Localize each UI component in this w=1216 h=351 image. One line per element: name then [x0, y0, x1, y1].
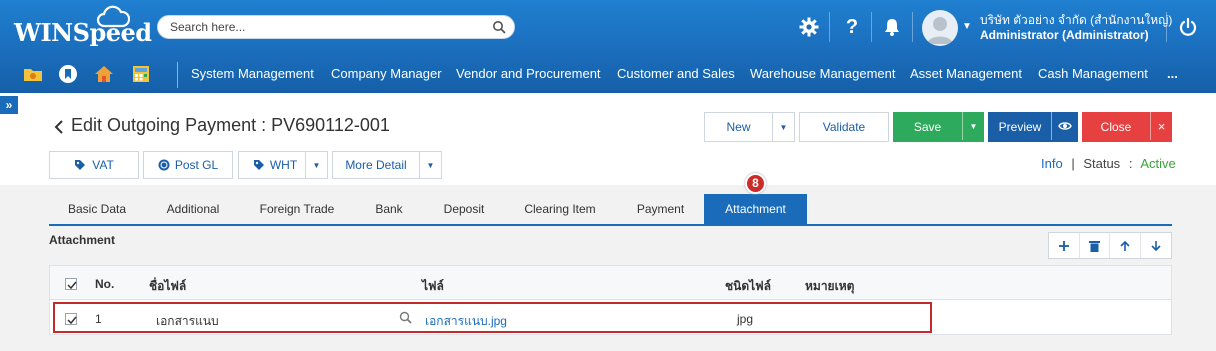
- nav-asset-management[interactable]: Asset Management: [910, 66, 1022, 81]
- section-title: Attachment: [49, 233, 116, 247]
- bell-icon[interactable]: [881, 15, 903, 39]
- trash-icon: [1088, 240, 1100, 252]
- chevron-down-icon[interactable]: ▼: [962, 21, 972, 32]
- close-button-label: Close: [1100, 120, 1132, 134]
- tab-bar: Basic Data Additional Foreign Trade Bank…: [49, 194, 1172, 226]
- sidebar-expand-button[interactable]: »: [0, 96, 18, 114]
- tab-bank[interactable]: Bank: [353, 194, 425, 224]
- tab-foreign-trade[interactable]: Foreign Trade: [241, 194, 353, 224]
- status-badge: Active: [1140, 156, 1176, 171]
- nav-system-management[interactable]: System Management: [191, 66, 314, 81]
- tag-icon: [253, 160, 264, 170]
- search-input[interactable]: Search here...: [157, 15, 515, 39]
- close-button[interactable]: Close ×: [1082, 112, 1172, 142]
- more-detail-dropdown-caret[interactable]: ▼: [419, 152, 441, 178]
- power-icon[interactable]: [1177, 15, 1199, 39]
- nav-cash-management[interactable]: Cash Management: [1038, 66, 1148, 81]
- col-header-no: No.: [95, 277, 115, 291]
- bookmark-icon[interactable]: [58, 64, 78, 84]
- preview-button[interactable]: Preview: [988, 112, 1078, 142]
- folder-icon[interactable]: [23, 64, 43, 84]
- new-dropdown-caret[interactable]: ▼: [772, 113, 794, 141]
- wht-button[interactable]: WHT ▼: [238, 151, 328, 179]
- top-header: WINSpeed Search here... ? ▼ บริษัท ตัวอย…: [0, 0, 1216, 93]
- arrow-down-icon: [1151, 240, 1161, 251]
- app-logo[interactable]: WINSpeed: [14, 18, 152, 47]
- save-button[interactable]: Save ▼: [893, 112, 984, 142]
- wht-button-label: WHT: [269, 158, 298, 172]
- table-header: No. ชื่อไฟล์ ไฟล์ ชนิดไฟล์ หมายเหตุ: [50, 266, 1171, 300]
- move-down-button[interactable]: [1141, 233, 1171, 258]
- wht-dropdown-caret[interactable]: ▼: [305, 152, 327, 178]
- col-header-file-type: ชนิดไฟล์: [725, 279, 772, 293]
- col-header-file-name: ชื่อไฟล์: [149, 279, 187, 293]
- save-button-label: Save: [913, 120, 942, 134]
- search-placeholder: Search here...: [170, 20, 246, 34]
- tab-additional[interactable]: Additional: [145, 194, 241, 224]
- grid-toolbar: [1048, 232, 1172, 259]
- calculator-icon[interactable]: [131, 64, 151, 84]
- row-highlight-frame: [53, 302, 932, 333]
- coin-icon: [158, 159, 170, 171]
- search-icon[interactable]: [492, 20, 506, 34]
- back-arrow-icon[interactable]: [53, 119, 67, 135]
- post-gl-button[interactable]: Post GL: [143, 151, 233, 179]
- add-row-button[interactable]: [1049, 233, 1080, 258]
- tab-basic-data[interactable]: Basic Data: [49, 194, 145, 224]
- header-divider: [1166, 12, 1167, 42]
- tab-deposit[interactable]: Deposit: [425, 194, 503, 224]
- info-link[interactable]: Info: [1041, 156, 1063, 171]
- user-role: Administrator (Administrator): [980, 28, 1149, 42]
- arrow-up-icon: [1120, 240, 1130, 251]
- more-detail-button-label: More Detail: [345, 158, 407, 172]
- avatar[interactable]: [922, 10, 958, 46]
- nav-company-manager[interactable]: Company Manager: [331, 66, 442, 81]
- gear-icon[interactable]: [798, 15, 820, 39]
- home-icon[interactable]: [94, 64, 114, 84]
- new-button[interactable]: New ▼: [704, 112, 795, 142]
- header-divider: [871, 12, 872, 42]
- main-nav: System Management Company Manager Vendor…: [0, 56, 1216, 93]
- tab-clearing-item[interactable]: Clearing Item: [503, 194, 617, 224]
- close-icon[interactable]: ×: [1150, 112, 1172, 140]
- step-badge: 8: [745, 173, 766, 194]
- preview-button-label: Preview: [998, 120, 1042, 134]
- plus-icon: [1058, 240, 1069, 251]
- eye-icon[interactable]: [1051, 112, 1078, 140]
- move-up-button[interactable]: [1110, 233, 1141, 258]
- tab-payment[interactable]: Payment: [617, 194, 704, 224]
- nav-vendor-procurement[interactable]: Vendor and Procurement: [456, 66, 601, 81]
- more-detail-button[interactable]: More Detail ▼: [332, 151, 442, 179]
- col-header-file: ไฟล์: [422, 279, 444, 293]
- status-info: Info | Status : Active: [1041, 156, 1176, 171]
- status-label: Status: [1083, 156, 1121, 171]
- nav-customer-sales[interactable]: Customer and Sales: [617, 66, 735, 81]
- header-divider: [829, 12, 830, 42]
- status-colon: :: [1128, 156, 1133, 171]
- save-dropdown-caret[interactable]: ▼: [962, 112, 984, 140]
- nav-warehouse-management[interactable]: Warehouse Management: [750, 66, 896, 81]
- nav-more[interactable]: ...: [1167, 66, 1178, 81]
- header-divider: [912, 12, 913, 42]
- page-title: Edit Outgoing Payment : PV690112-001: [71, 115, 390, 135]
- nav-divider: [177, 62, 178, 88]
- validate-button[interactable]: Validate: [799, 112, 889, 142]
- vat-button[interactable]: VAT: [49, 151, 139, 179]
- help-icon[interactable]: ?: [841, 15, 863, 39]
- delete-row-button[interactable]: [1080, 233, 1110, 258]
- status-separator: |: [1071, 156, 1075, 171]
- new-button-label: New: [726, 120, 751, 134]
- tab-attachment[interactable]: Attachment: [704, 194, 807, 224]
- post-gl-button-label: Post GL: [174, 158, 219, 172]
- select-all-checkbox[interactable]: [65, 278, 77, 290]
- col-header-remark: หมายเหตุ: [805, 279, 855, 293]
- vat-button-label: VAT: [92, 158, 114, 172]
- tag-icon: [75, 160, 86, 170]
